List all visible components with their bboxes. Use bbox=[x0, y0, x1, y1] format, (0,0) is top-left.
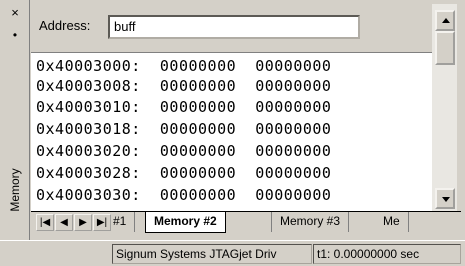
memory-row: 0x40003010: 00000000 00000000 bbox=[36, 98, 332, 116]
memory-row: 0x40003020: 00000000 00000000 bbox=[36, 142, 332, 160]
memory-row: 0x40003008: 00000000 00000000 bbox=[36, 77, 332, 95]
tab-memory-1[interactable]: #1 bbox=[111, 212, 136, 232]
arrow-up-icon bbox=[442, 18, 450, 23]
memory-view[interactable]: 0x40003000: 00000000 00000000 0x40003008… bbox=[31, 52, 432, 211]
panel-side-strip: × • Memory bbox=[0, 0, 30, 240]
arrow-down-icon bbox=[442, 197, 450, 202]
scroll-up-button[interactable] bbox=[435, 10, 455, 31]
address-bar: Address: buff bbox=[31, 4, 432, 44]
vertical-scrollbar[interactable] bbox=[432, 4, 457, 211]
memory-row: 0x40003028: 00000000 00000000 bbox=[36, 164, 332, 182]
tab-memory-2[interactable]: Memory #2 bbox=[145, 212, 226, 233]
tab-last-button[interactable]: ▶| bbox=[93, 214, 111, 231]
memory-row: 0x40003000: 00000000 00000000 bbox=[36, 57, 332, 75]
address-input[interactable]: buff bbox=[108, 15, 360, 39]
panel-title-text: Memory bbox=[8, 168, 22, 212]
scroll-down-button[interactable] bbox=[435, 188, 455, 209]
tab-first-button[interactable]: |◀ bbox=[36, 214, 54, 231]
status-connection: Signum Systems JTAGjet Driv bbox=[112, 244, 312, 264]
memory-row: 0x40003030: 00000000 00000000 bbox=[36, 186, 332, 204]
tab-memory-3[interactable]: Memory #3 bbox=[271, 212, 350, 232]
memory-row: 0x40003018: 00000000 00000000 bbox=[36, 120, 332, 138]
tab-prev-button[interactable]: ◀ bbox=[55, 214, 73, 231]
status-time: t1: 0.00000000 sec bbox=[313, 244, 461, 264]
status-bar: Signum Systems JTAGjet Driv t1: 0.000000… bbox=[0, 240, 465, 266]
tab-memory-4[interactable]: Me bbox=[375, 212, 409, 232]
address-label: Address: bbox=[39, 18, 91, 33]
tab-next-button[interactable]: ▶ bbox=[74, 214, 92, 231]
pin-icon[interactable]: • bbox=[6, 28, 24, 42]
panel-title: Memory bbox=[0, 150, 30, 230]
close-icon[interactable]: × bbox=[6, 6, 24, 20]
tab-strip: |◀ ◀ ▶ ▶| #1 Memory #2 Memory #3 Me bbox=[31, 211, 461, 233]
scroll-thumb[interactable] bbox=[435, 31, 455, 65]
